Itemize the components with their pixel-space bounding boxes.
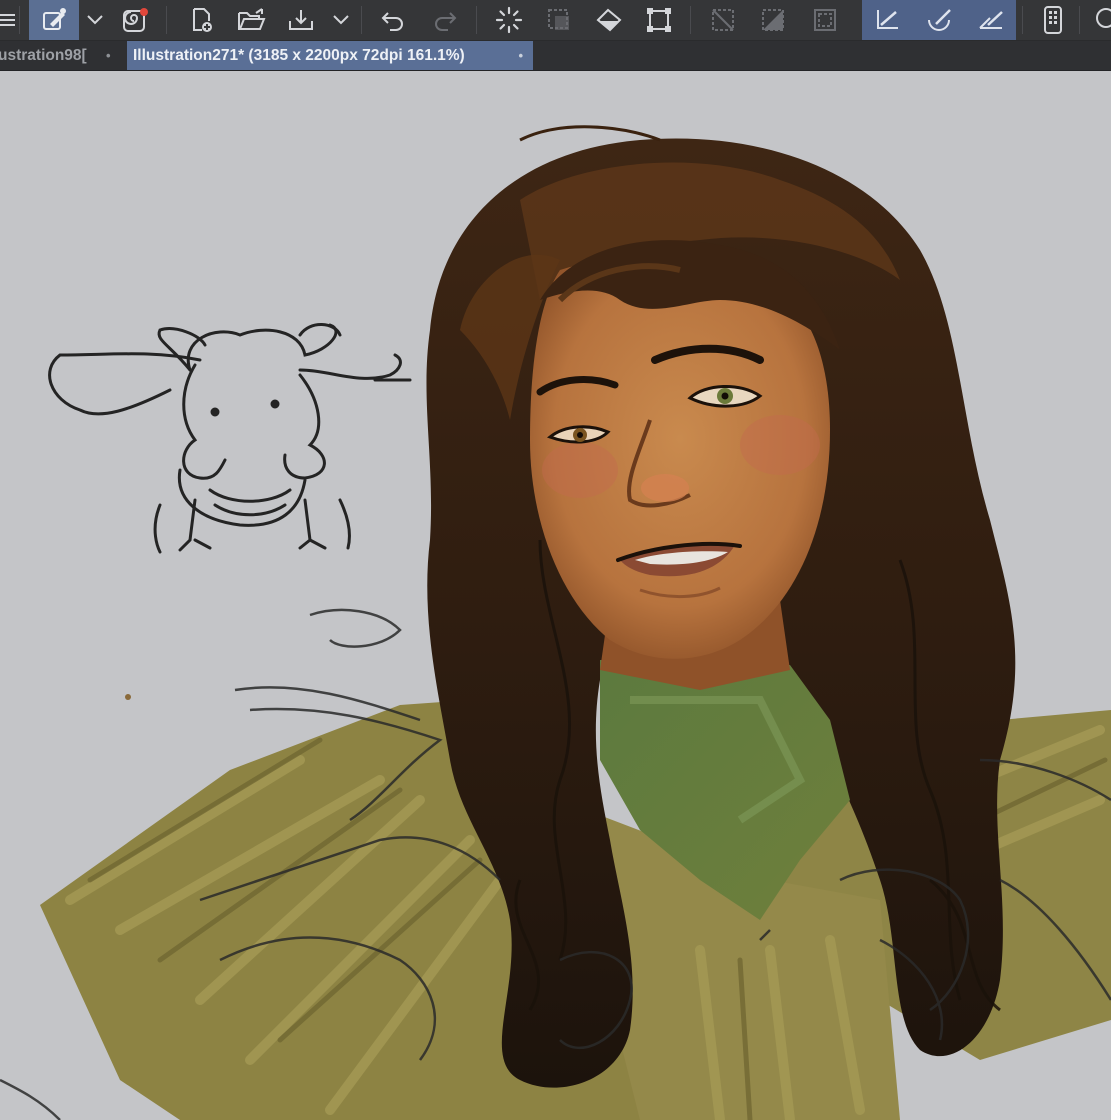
open-folder-icon: [238, 8, 266, 30]
open-folder-button[interactable]: [232, 0, 270, 40]
ruler-pen-icon: [877, 10, 898, 29]
redo-button[interactable]: [426, 0, 464, 40]
spiral-app-button[interactable]: [116, 0, 154, 40]
tab-modified-marker: •: [518, 48, 523, 63]
transform-button[interactable]: [640, 0, 678, 40]
fill-bucket-button[interactable]: [590, 0, 628, 40]
curve-ruler-icon: [928, 9, 951, 31]
toolbar-separator: [1079, 6, 1080, 34]
ruler-pen-button[interactable]: [868, 0, 906, 40]
invert-selection-icon: [762, 9, 784, 31]
tab-label: ustration98[: [0, 46, 87, 64]
angle-ruler-icon: [979, 11, 1003, 29]
tab-label: Illustration271* (3185 x 2200px 72dpi 16…: [133, 46, 465, 64]
selection-border-icon: [814, 9, 836, 31]
chevron-down-icon: [333, 15, 349, 25]
document-tab-bar: ustration98[ • Illustration271* (3185 x …: [0, 41, 1111, 71]
main-toolbar: [0, 0, 1111, 41]
pen-color-icon: [43, 8, 66, 30]
new-file-icon: [193, 8, 212, 32]
undo-icon: [381, 12, 403, 31]
undo-button[interactable]: [374, 0, 412, 40]
save-icon: [289, 10, 313, 30]
save-button[interactable]: [282, 0, 320, 40]
save-dropdown[interactable]: [330, 0, 352, 40]
drawing-canvas[interactable]: [0, 71, 1111, 1120]
menu-icon: [0, 14, 15, 26]
animal-sketch: [48, 323, 412, 554]
search-icon: [1096, 8, 1111, 28]
loading-icon: [495, 6, 523, 34]
curve-ruler-button[interactable]: [920, 0, 958, 40]
menu-button[interactable]: [0, 0, 18, 40]
toolbar-separator: [19, 6, 20, 34]
selection-border-button[interactable]: [806, 0, 844, 40]
new-file-button[interactable]: [182, 0, 220, 40]
clear-selection-button[interactable]: [704, 0, 742, 40]
pen-color-button[interactable]: [29, 0, 79, 40]
tab-modified-marker: •: [106, 48, 111, 63]
transform-icon: [647, 8, 671, 32]
toolbar-separator: [476, 6, 477, 34]
document-tab[interactable]: ustration98[ •: [0, 41, 126, 70]
search-button[interactable]: [1091, 0, 1111, 40]
chevron-down-icon: [87, 15, 103, 25]
artwork: [0, 125, 1111, 1120]
loading-button[interactable]: [490, 0, 528, 40]
toolbar-separator: [690, 6, 691, 34]
clear-selection-icon: [712, 9, 734, 31]
redo-icon: [435, 12, 457, 31]
device-button[interactable]: [1034, 0, 1072, 40]
toolbar-separator: [166, 6, 167, 34]
toolbar-separator: [361, 6, 362, 34]
select-icon: [548, 9, 569, 30]
document-tab-active[interactable]: Illustration271* (3185 x 2200px 72dpi 16…: [127, 41, 533, 70]
notification-badge: [140, 8, 148, 16]
toolbar-separator: [1022, 6, 1023, 34]
paint-speck: [125, 694, 131, 700]
invert-selection-button[interactable]: [754, 0, 792, 40]
angle-ruler-button[interactable]: [972, 0, 1010, 40]
pen-color-dropdown[interactable]: [84, 0, 106, 40]
select-button[interactable]: [540, 0, 578, 40]
fill-bucket-icon: [596, 8, 622, 32]
device-icon: [1044, 6, 1062, 34]
spiral-app-icon: [123, 8, 148, 32]
